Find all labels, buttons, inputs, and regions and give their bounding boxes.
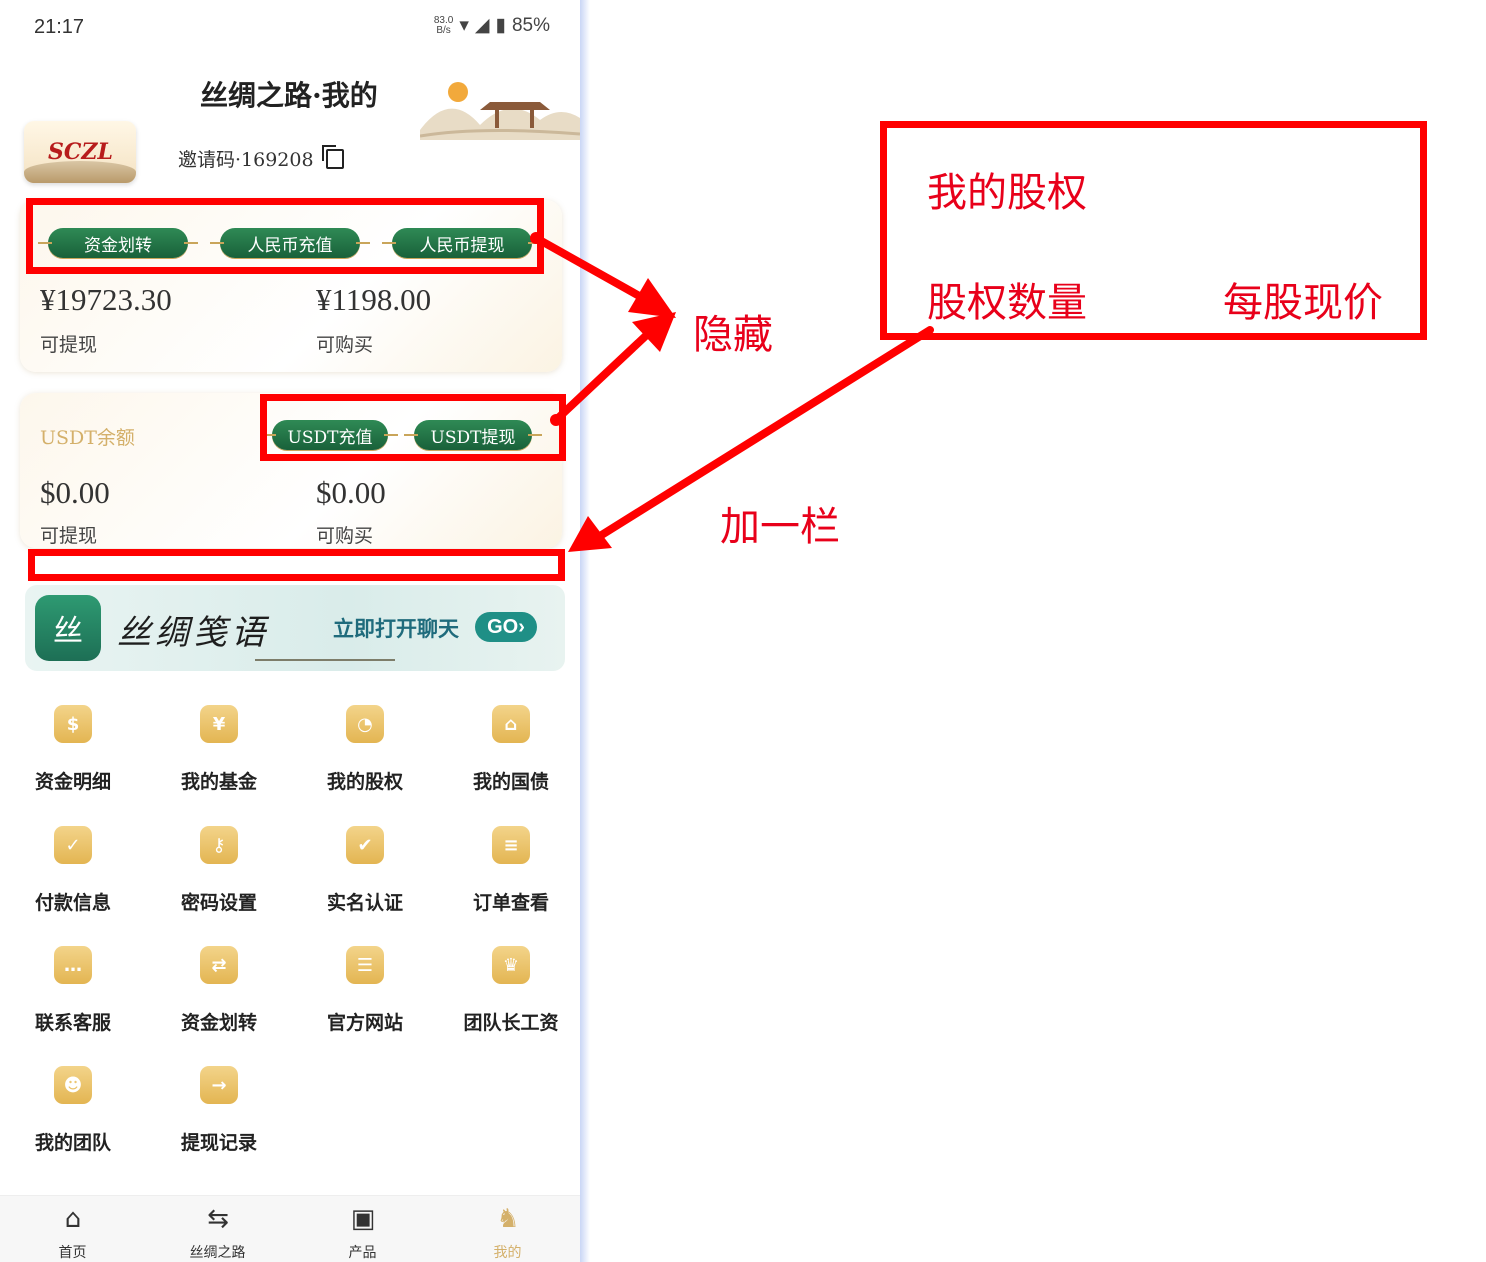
arrow-hide-bottom <box>552 326 656 424</box>
annotation-arrows <box>530 232 934 552</box>
arrow-add-row <box>596 326 934 540</box>
arrow-hide-top <box>532 234 654 306</box>
